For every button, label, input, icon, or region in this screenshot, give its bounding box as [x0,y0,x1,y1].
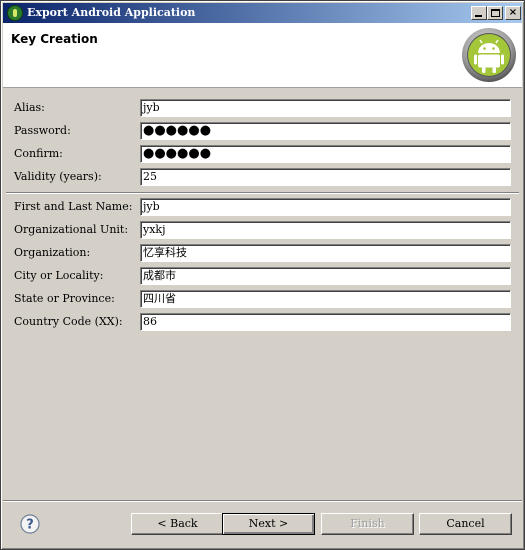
city-label: City or Locality: [14,269,104,282]
confirm-input[interactable]: ●●●●●● [140,145,511,163]
country-label: Country Code (XX): [14,315,123,328]
org-unit-input[interactable]: yxkj [140,221,511,239]
maximize-button[interactable] [487,6,503,20]
password-row: Password: ●●●●●● [14,122,512,140]
next-button[interactable]: Next > [222,513,315,535]
state-input[interactable]: 四川省 [140,290,511,308]
password-input[interactable]: ●●●●●● [140,122,511,140]
android-icon [462,28,516,82]
confirm-row: Confirm: ●●●●●● [14,145,512,163]
close-button[interactable]: × [505,6,521,20]
window-title: Export Android Application [27,6,196,19]
cancel-button[interactable]: Cancel [419,513,512,535]
confirm-label: Confirm: [14,147,63,160]
alias-row: Alias: jyb [14,99,512,117]
help-glyph: ? [26,518,34,533]
name-input[interactable]: jyb [140,198,511,216]
export-dialog: Export Android Application × Key Creatio… [0,0,525,550]
organization-input[interactable]: 忆享科技 [140,244,511,262]
state-row: State or Province: 四川省 [14,290,512,308]
validity-row: Validity (years): 25 [14,168,512,186]
wizard-header: Key Creation [3,23,522,88]
alias-input[interactable]: jyb [140,99,511,117]
org-unit-row: Organizational Unit: yxkj [14,221,512,239]
organization-label: Organization: [14,246,91,259]
maximize-icon [491,9,500,17]
separator [6,192,519,194]
minimize-icon [475,15,482,17]
title-bar[interactable]: Export Android Application × [3,3,522,23]
password-label: Password: [14,124,71,137]
page-title: Key Creation [11,32,98,46]
help-icon[interactable]: ? [20,514,40,534]
name-row: First and Last Name: jyb [14,198,512,216]
validity-label: Validity (years): [14,170,102,183]
city-row: City or Locality: 成都市 [14,267,512,285]
country-input[interactable]: 86 [140,313,511,331]
org-unit-label: Organizational Unit: [14,223,129,236]
button-bar-separator [3,500,522,502]
close-icon: × [508,7,518,18]
name-label: First and Last Name: [14,200,133,213]
city-input[interactable]: 成都市 [140,267,511,285]
state-label: State or Province: [14,292,115,305]
alias-label: Alias: [14,101,45,114]
organization-row: Organization: 忆享科技 [14,244,512,262]
minimize-button[interactable] [471,6,487,20]
validity-input[interactable]: 25 [140,168,511,186]
eclipse-android-icon [7,5,23,21]
back-button[interactable]: < Back [131,513,224,535]
finish-button[interactable]: Finish [321,513,414,535]
country-row: Country Code (XX): 86 [14,313,512,331]
